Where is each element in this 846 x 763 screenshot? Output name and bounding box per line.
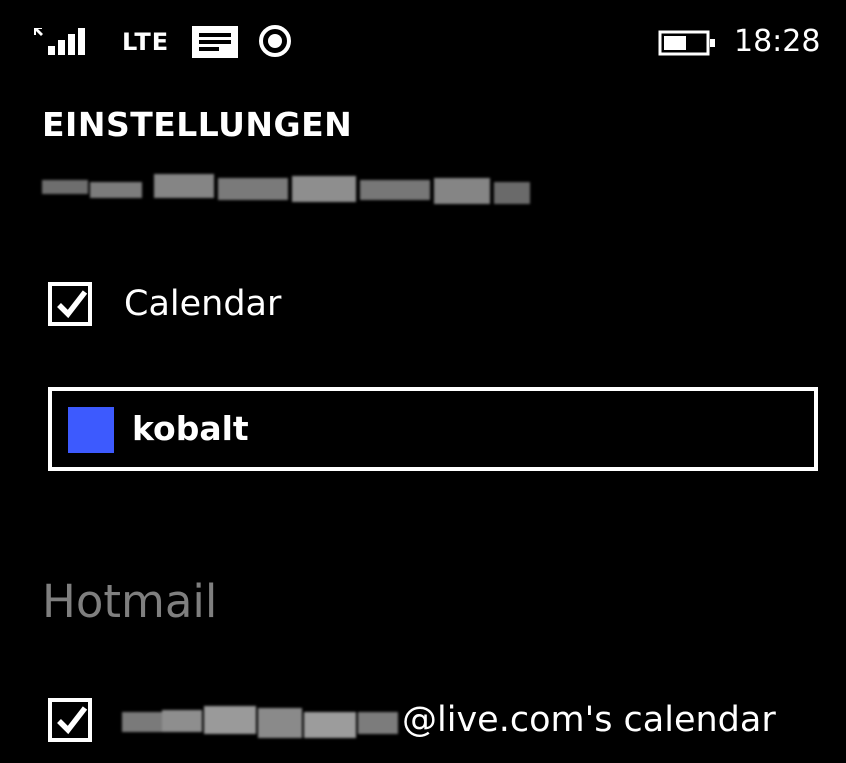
account-calendar-label[interactable]: @live.com's calendar xyxy=(402,696,776,744)
page-title: EINSTELLUNGEN xyxy=(42,105,353,144)
message-icon xyxy=(192,26,238,58)
checkmark-icon xyxy=(57,706,88,735)
signal-icon xyxy=(34,28,85,55)
location-icon xyxy=(259,25,291,57)
color-swatch xyxy=(68,407,114,453)
calendar-checkbox[interactable] xyxy=(48,282,92,326)
clock: 18:28 xyxy=(734,24,821,59)
battery-icon xyxy=(658,30,715,56)
redacted-account-name xyxy=(122,700,402,742)
status-bar: LTE 18:28 xyxy=(0,0,846,80)
network-type: LTE xyxy=(122,28,170,56)
color-picker-value: kobalt xyxy=(132,409,249,448)
redacted-subtitle xyxy=(42,168,530,208)
color-picker[interactable]: kobalt xyxy=(48,387,818,471)
section-title: Hotmail xyxy=(42,575,218,628)
checkmark-icon xyxy=(57,290,88,319)
account-calendar-checkbox[interactable] xyxy=(48,698,92,742)
calendar-label[interactable]: Calendar xyxy=(124,280,281,328)
